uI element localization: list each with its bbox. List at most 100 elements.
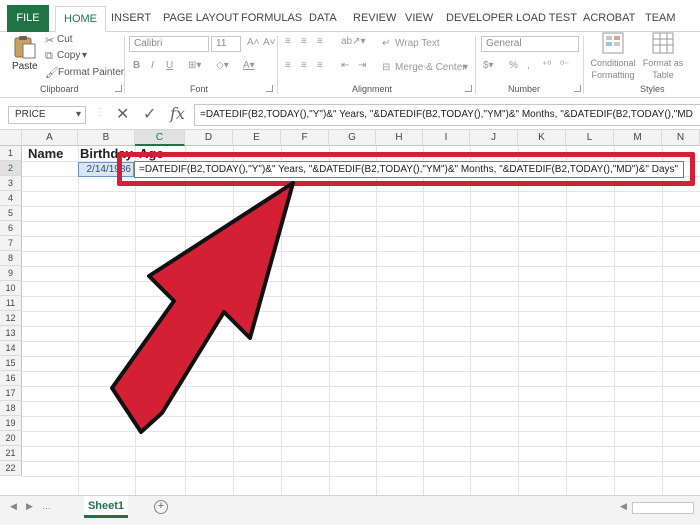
decrease-decimal-icon[interactable]: ⁰⁻ <box>560 60 569 71</box>
select-all-corner[interactable] <box>0 130 22 146</box>
align-left-icon[interactable]: ≡ <box>285 60 291 71</box>
row-header[interactable]: 18 <box>0 401 22 416</box>
enter-icon[interactable]: ✓ <box>143 104 156 124</box>
add-sheet-icon[interactable]: + <box>154 500 168 514</box>
row-header[interactable]: 11 <box>0 296 22 311</box>
cancel-icon[interactable]: ✕ <box>116 104 129 124</box>
row-header[interactable]: 14 <box>0 341 22 356</box>
copy-dropdown-icon[interactable]: ▾ <box>82 50 87 61</box>
row-header[interactable]: 21 <box>0 446 22 461</box>
format-painter-button[interactable]: Format Painter <box>58 67 124 78</box>
row-header[interactable]: 5 <box>0 206 22 221</box>
tab-page-layout[interactable]: PAGE LAYOUT <box>163 6 239 32</box>
tab-review[interactable]: REVIEW <box>353 6 396 32</box>
row-header[interactable]: 4 <box>0 191 22 206</box>
cut-button[interactable]: Cut <box>57 34 73 45</box>
column-header-j[interactable]: J <box>470 130 518 146</box>
scroll-left-icon[interactable]: ◀ <box>620 501 627 512</box>
column-header-k[interactable]: K <box>518 130 566 146</box>
row-header[interactable]: 1 <box>0 146 22 161</box>
align-right-icon[interactable]: ≡ <box>317 60 323 71</box>
row-header[interactable]: 17 <box>0 386 22 401</box>
row-header[interactable]: 16 <box>0 371 22 386</box>
column-header-e[interactable]: E <box>233 130 281 146</box>
tab-formulas[interactable]: FORMULAS <box>241 6 302 32</box>
accounting-format-icon[interactable]: $▾ <box>483 60 494 71</box>
more-sheets-icon[interactable]: … <box>42 501 51 511</box>
row-header[interactable]: 9 <box>0 266 22 281</box>
underline-icon[interactable]: U <box>166 60 173 71</box>
align-center-icon[interactable]: ≡ <box>301 60 307 71</box>
font-name-select[interactable]: Calibri <box>129 36 209 52</box>
bold-icon[interactable]: B <box>133 60 140 71</box>
font-size-select[interactable]: 11 <box>211 36 241 52</box>
conditional-formatting-button[interactable]: Conditional Formatting <box>589 57 637 81</box>
number-launcher-icon[interactable] <box>574 85 581 92</box>
alignment-launcher-icon[interactable] <box>465 85 472 92</box>
align-middle-icon[interactable]: ≡ <box>301 36 307 47</box>
italic-icon[interactable]: I <box>151 60 154 71</box>
tab-developer[interactable]: DEVELOPER <box>446 6 513 32</box>
font-launcher-icon[interactable] <box>266 85 273 92</box>
tab-data[interactable]: DATA <box>309 6 337 32</box>
row-header[interactable]: 2 <box>0 161 22 176</box>
indent-increase-icon[interactable]: ⇥ <box>358 60 366 71</box>
row-header[interactable]: 7 <box>0 236 22 251</box>
merge-center-button[interactable]: Merge & Center <box>395 62 466 73</box>
conditional-formatting-icon[interactable] <box>602 32 624 54</box>
row-header[interactable]: 19 <box>0 416 22 431</box>
tab-load-test[interactable]: LOAD TEST <box>516 6 577 32</box>
paste-button[interactable]: Paste <box>8 34 42 80</box>
horizontal-scrollbar[interactable] <box>632 502 694 514</box>
comma-style-icon[interactable]: , <box>527 60 530 71</box>
row-header[interactable]: 12 <box>0 311 22 326</box>
sheet-tab[interactable]: Sheet1 <box>84 496 128 518</box>
borders-icon[interactable]: ⊞▾ <box>188 60 201 71</box>
merge-dropdown-icon[interactable]: ▾ <box>463 62 468 73</box>
tab-team[interactable]: TEAM <box>645 6 676 32</box>
insert-function-icon[interactable]: fx <box>170 104 185 123</box>
column-header-i[interactable]: I <box>423 130 470 146</box>
next-sheet-icon[interactable]: ▶ <box>26 501 33 512</box>
column-header-f[interactable]: F <box>281 130 329 146</box>
column-header-h[interactable]: H <box>376 130 423 146</box>
column-header-m[interactable]: M <box>614 130 662 146</box>
tab-acrobat[interactable]: ACROBAT <box>583 6 635 32</box>
formula-input[interactable]: =DATEDIF(B2,TODAY(),"Y")&" Years, "&DATE… <box>194 104 700 126</box>
shrink-font-icon[interactable]: A˅ <box>263 37 276 48</box>
column-header-n[interactable]: N <box>662 130 700 146</box>
previous-sheet-icon[interactable]: ◀ <box>10 501 17 512</box>
row-header[interactable]: 22 <box>0 461 22 476</box>
row-header[interactable]: 10 <box>0 281 22 296</box>
tab-insert[interactable]: INSERT <box>111 6 151 32</box>
align-top-icon[interactable]: ≡ <box>285 36 291 47</box>
clipboard-launcher-icon[interactable] <box>115 85 122 92</box>
number-format-select[interactable]: General <box>481 36 579 52</box>
name-box[interactable]: PRICE <box>8 106 86 124</box>
format-as-table-icon[interactable] <box>652 32 674 54</box>
align-bottom-icon[interactable]: ≡ <box>317 36 323 47</box>
orientation-icon[interactable]: ab↗▾ <box>341 36 366 47</box>
tab-view[interactable]: VIEW <box>405 6 433 32</box>
tab-home[interactable]: HOME <box>55 6 106 32</box>
row-header[interactable]: 15 <box>0 356 22 371</box>
name-box-dropdown-icon[interactable]: ▾ <box>76 109 81 120</box>
font-color-icon[interactable]: A▾ <box>243 60 255 71</box>
copy-button[interactable]: Copy <box>57 50 80 61</box>
column-header-g[interactable]: G <box>329 130 376 146</box>
row-header[interactable]: 6 <box>0 221 22 236</box>
tab-file[interactable]: FILE <box>7 5 49 32</box>
percent-style-icon[interactable]: % <box>509 60 518 71</box>
increase-decimal-icon[interactable]: ⁺⁰ <box>542 60 551 71</box>
row-header[interactable]: 8 <box>0 251 22 266</box>
indent-decrease-icon[interactable]: ⇤ <box>341 60 349 71</box>
wrap-text-button[interactable]: Wrap Text <box>395 38 440 49</box>
column-header-a[interactable]: A <box>22 130 78 146</box>
row-header[interactable]: 13 <box>0 326 22 341</box>
column-header-l[interactable]: L <box>566 130 614 146</box>
column-header-d[interactable]: D <box>185 130 233 146</box>
format-as-table-button[interactable]: Format as Table <box>640 57 686 81</box>
cell-a1[interactable]: Name <box>28 146 63 161</box>
grow-font-icon[interactable]: A˄ <box>247 37 260 48</box>
column-header-b[interactable]: B <box>78 130 135 146</box>
